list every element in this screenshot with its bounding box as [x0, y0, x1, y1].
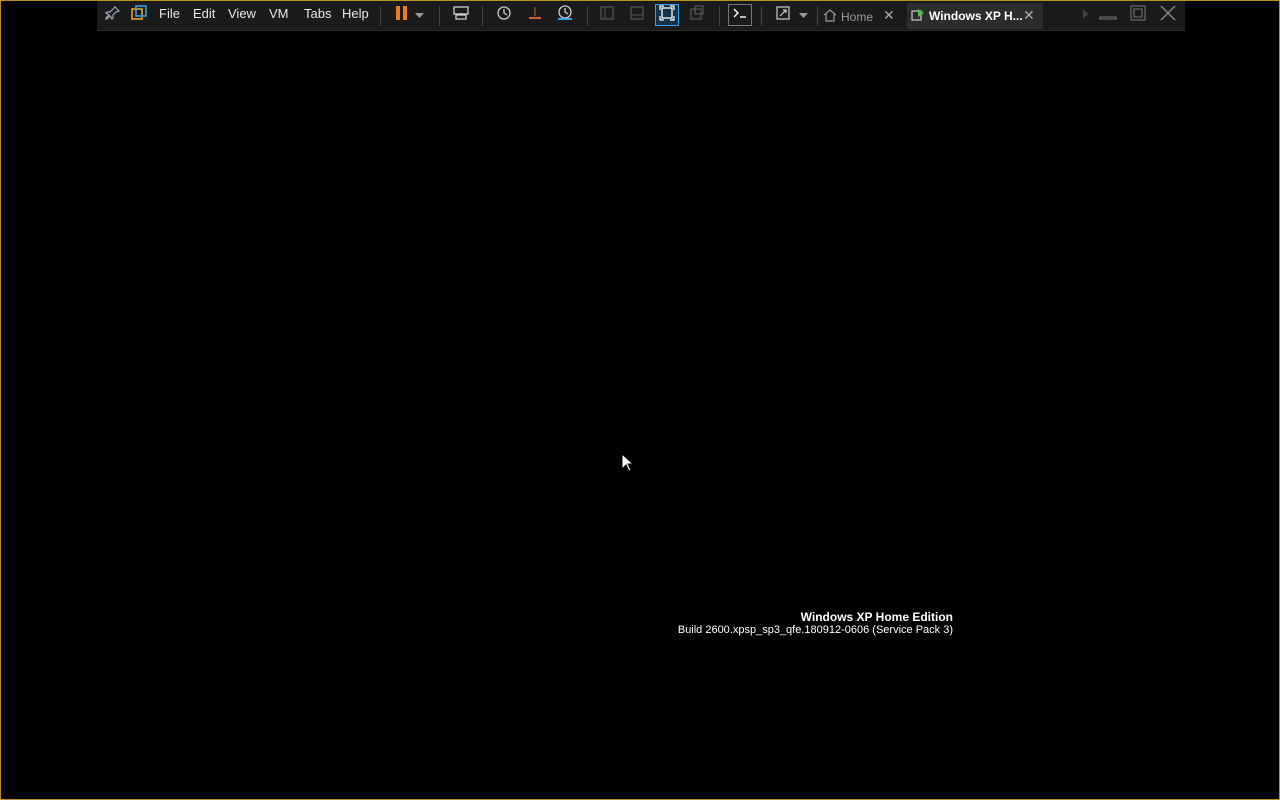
- thumbnail-bar-icon: [629, 5, 645, 26]
- close-icon[interactable]: ✕: [883, 7, 895, 24]
- exit-full-screen-button[interactable]: [1156, 4, 1180, 26]
- home-icon: [823, 8, 837, 25]
- send-ctrl-alt-del-button[interactable]: [449, 4, 473, 26]
- menu-help[interactable]: Help: [342, 6, 369, 21]
- show-thumbnail-bar-button[interactable]: [625, 4, 649, 26]
- chevron-down-icon: [798, 6, 808, 24]
- menu-vm[interactable]: VM: [269, 6, 289, 21]
- pause-icon: [395, 5, 409, 26]
- terminal-icon: [732, 6, 748, 25]
- minimize-button[interactable]: [1096, 4, 1120, 26]
- mouse-cursor-icon: [621, 452, 635, 477]
- vm-display[interactable]: File Edit View VM Tabs Help Home ✕ Windo…: [0, 0, 1280, 800]
- full-screen-button[interactable]: [655, 4, 679, 26]
- show-library-button[interactable]: [595, 4, 619, 26]
- console-view-button[interactable]: [728, 4, 752, 26]
- toolbar-divider: [439, 6, 440, 26]
- tab-home[interactable]: Home ✕: [819, 3, 905, 29]
- tab-home-label: Home: [841, 10, 874, 24]
- boot-os-title: Windows XP Home Edition: [800, 610, 953, 624]
- full-screen-icon: [659, 4, 675, 26]
- chevron-down-icon: [414, 6, 424, 24]
- keyboard-icon: [452, 5, 470, 26]
- library-panel-icon: [599, 5, 615, 26]
- pin-icon: [105, 5, 121, 26]
- vmware-logo-icon: [131, 4, 147, 26]
- restore-button[interactable]: [1126, 4, 1150, 26]
- stretch-options-dropdown[interactable]: [795, 4, 811, 26]
- restore-icon: [1129, 4, 1147, 27]
- snapshot-manager-button[interactable]: [553, 4, 577, 26]
- close-icon[interactable]: ✕: [1023, 7, 1035, 24]
- toolbar-divider: [587, 6, 588, 26]
- vmware-app-button[interactable]: [127, 4, 151, 26]
- chevron-right-icon: [1083, 6, 1089, 24]
- vmware-toolbar: File Edit View VM Tabs Help Home ✕ Windo…: [97, 1, 1185, 31]
- tab-scroll-right[interactable]: [1079, 4, 1093, 26]
- boot-build-info: Build 2600.xpsp_sp3_qfe.180912-0606 (Ser…: [677, 624, 953, 636]
- toolbar-divider: [719, 6, 720, 26]
- stretch-guest-button[interactable]: [771, 4, 795, 26]
- toolbar-divider: [380, 6, 381, 26]
- tab-windows-xp[interactable]: Windows XP H... ✕: [907, 3, 1043, 29]
- snapshot-manager-icon: [556, 4, 574, 26]
- revert-snapshot-icon: [527, 5, 543, 26]
- toolbar-divider: [817, 6, 818, 26]
- stretch-icon: [775, 5, 791, 26]
- tab-windows-xp-label: Windows XP H...: [929, 9, 1023, 23]
- close-icon: [1159, 4, 1177, 27]
- toolbar-divider: [482, 6, 483, 26]
- minimize-icon: [1099, 5, 1117, 26]
- toolbar-divider: [761, 6, 762, 26]
- vm-running-icon: [911, 8, 925, 25]
- menu-tabs[interactable]: Tabs: [304, 6, 331, 21]
- power-options-dropdown[interactable]: [411, 4, 427, 26]
- unity-icon: [689, 4, 705, 26]
- unity-button[interactable]: [685, 4, 709, 26]
- snapshot-clock-icon: [496, 5, 512, 26]
- menu-view[interactable]: View: [228, 6, 256, 21]
- take-snapshot-button[interactable]: [492, 4, 516, 26]
- menu-file[interactable]: File: [159, 6, 180, 21]
- pin-toolbar-button[interactable]: [101, 4, 125, 26]
- menu-edit[interactable]: Edit: [193, 6, 215, 21]
- revert-snapshot-button[interactable]: [523, 4, 547, 26]
